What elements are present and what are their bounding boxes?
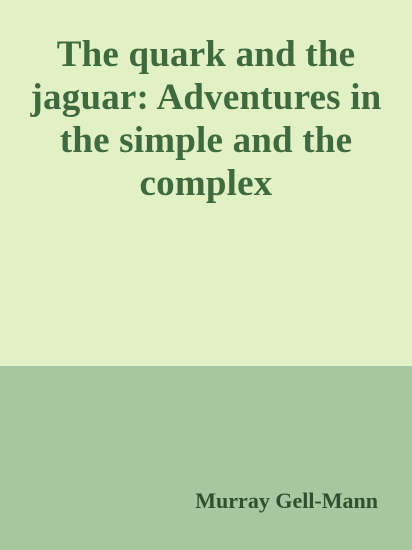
book-author: Murray Gell-Mann [195,488,378,513]
book-cover: The quark and the jaguar: Adventures in … [0,0,412,550]
book-title: The quark and the jaguar: Adventures in … [30,34,382,204]
cover-top-panel: The quark and the jaguar: Adventures in … [0,0,412,366]
cover-bottom-panel [0,366,412,550]
